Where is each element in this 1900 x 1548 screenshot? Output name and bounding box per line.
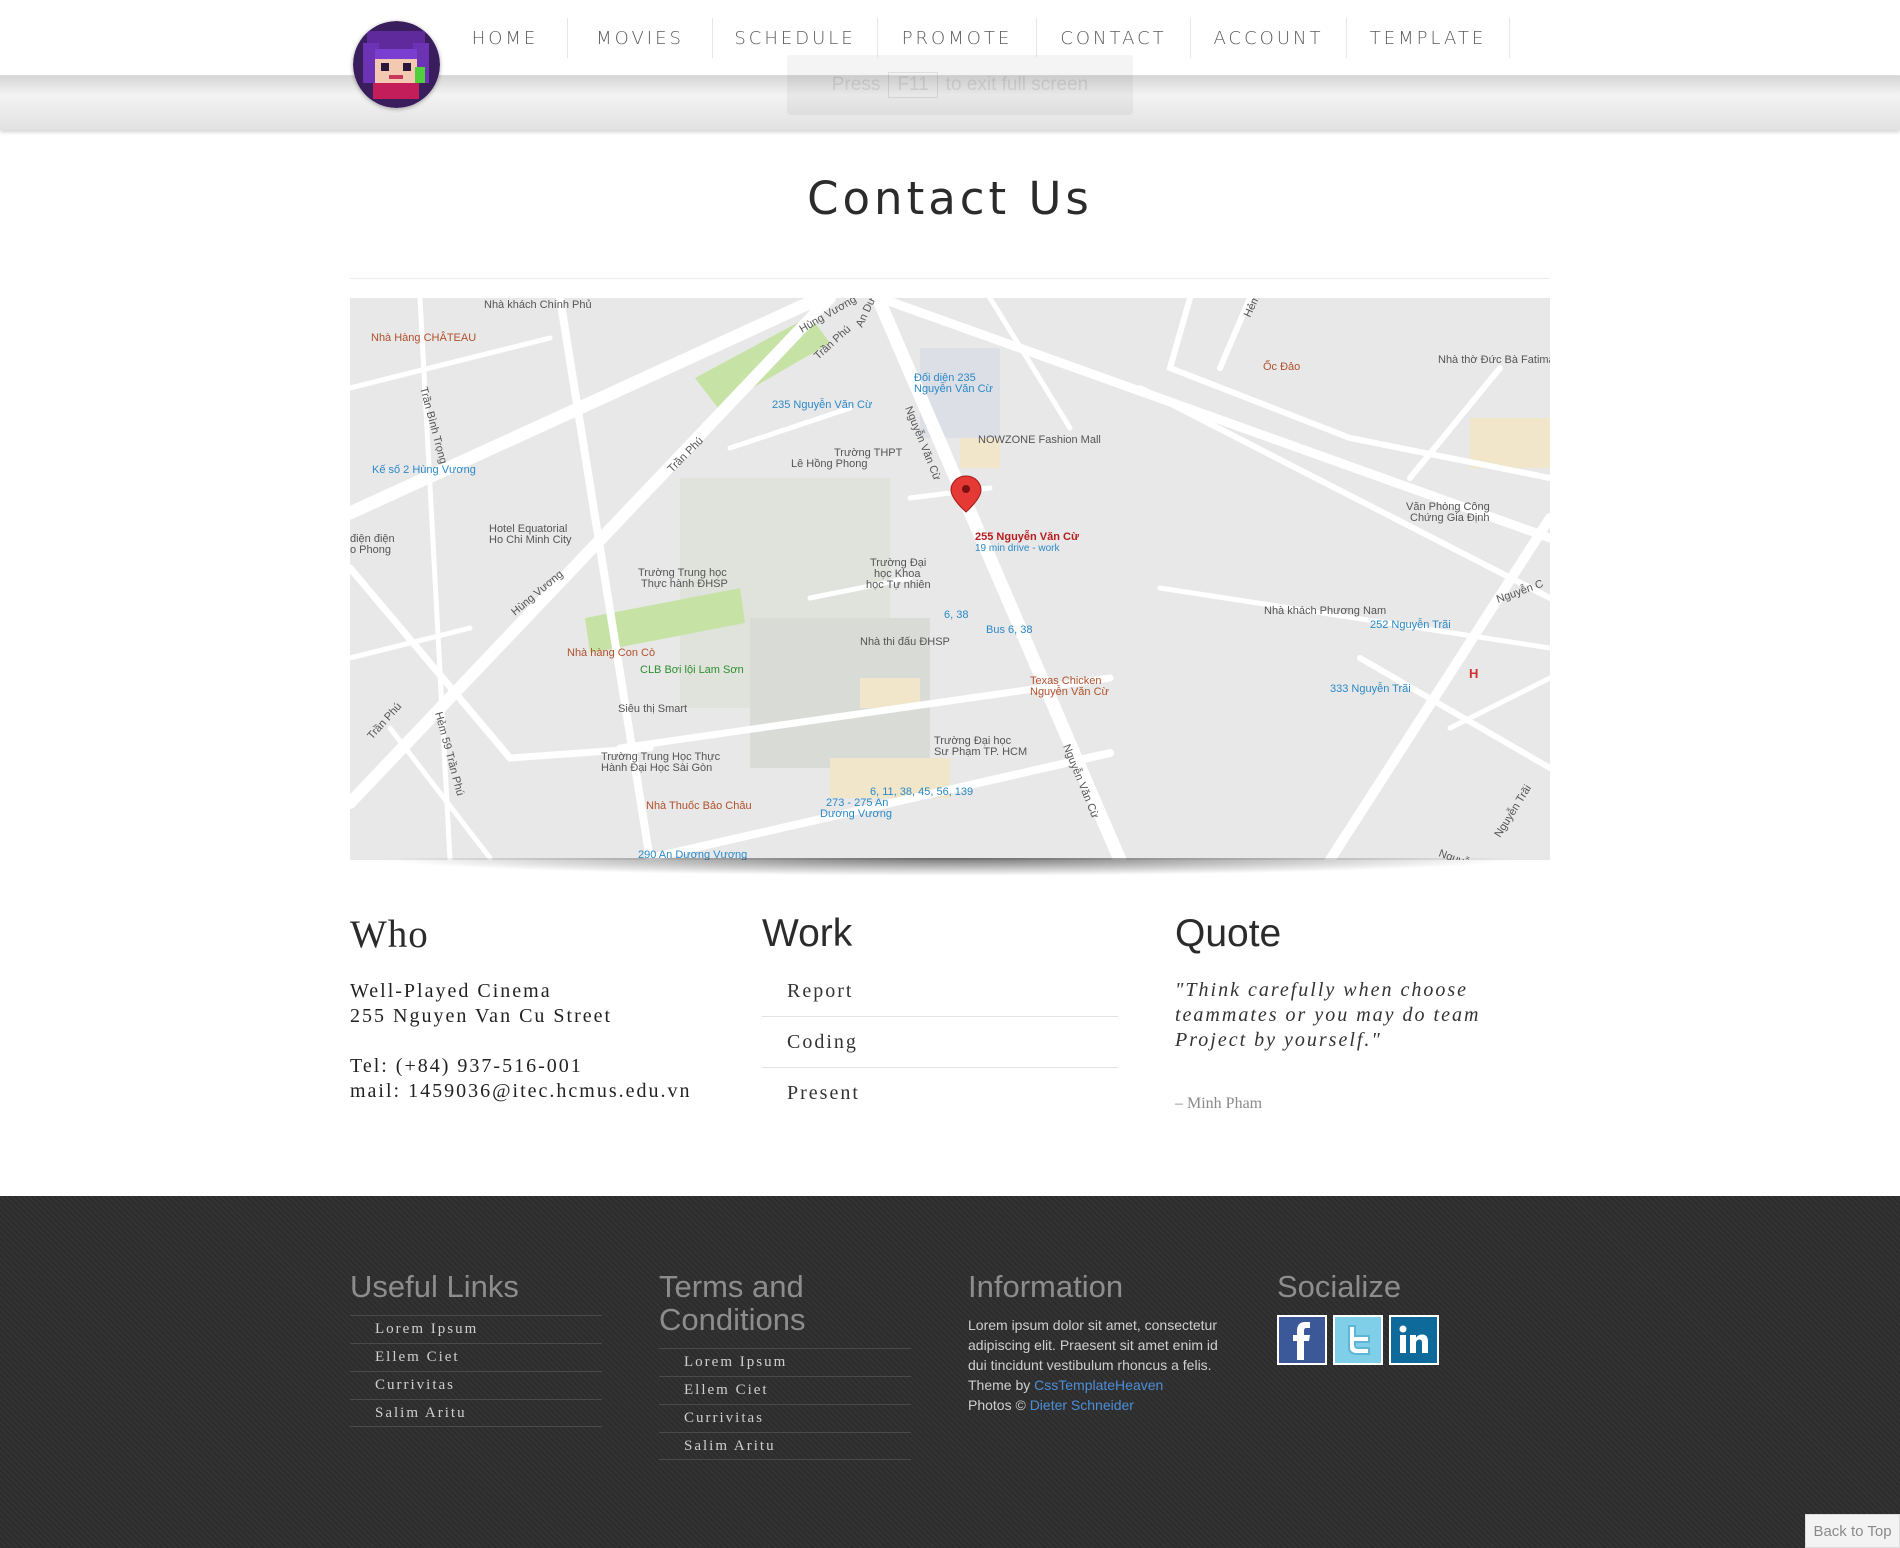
- twitter-icon[interactable]: [1333, 1315, 1383, 1365]
- page-title: Contact Us: [807, 172, 1093, 225]
- footer-link[interactable]: Ellem Ciet: [659, 1376, 911, 1404]
- fullscreen-hint-key: F11: [888, 72, 938, 98]
- footer-link[interactable]: Salim Aritu: [350, 1399, 602, 1427]
- quote-text: "Think carefully when choose teammates o…: [1175, 979, 1481, 1051]
- pixel-avatar-icon: [353, 21, 440, 108]
- footer: Useful Links Lorem Ipsum Ellem Ciet Curr…: [0, 1196, 1900, 1548]
- who-section: Who Well-Played Cinema 255 Nguyen Van Cu…: [350, 912, 691, 1104]
- work-item-present[interactable]: Present: [762, 1068, 1118, 1119]
- footer-useful-links-heading: Useful Links: [350, 1269, 519, 1304]
- title-divider: [350, 278, 1550, 279]
- footer-information: Information Lorem ipsum dolor sit amet, …: [968, 1270, 1228, 1415]
- work-heading: Work: [762, 912, 853, 955]
- back-to-top-button[interactable]: Back to Top: [1805, 1514, 1900, 1548]
- map-label: Dương Vương: [820, 808, 892, 820]
- who-name: Well-Played Cinema: [350, 980, 552, 1002]
- site-logo[interactable]: [353, 21, 440, 108]
- who-tel: Tel: (+84) 937-516-001: [350, 1055, 583, 1077]
- nav-schedule[interactable]: SCHEDULE: [713, 18, 878, 58]
- map-label: Chứng Gia Định: [1410, 512, 1490, 524]
- map-label: Ốc Đảo: [1263, 359, 1300, 373]
- map-label: Nhà Thuốc Bảo Châu: [646, 800, 752, 812]
- photos-link[interactable]: Dieter Schneider: [1030, 1397, 1134, 1413]
- work-item-report[interactable]: Report: [762, 966, 1118, 1017]
- map-label: Nhà hàng Con Cò: [567, 647, 655, 659]
- footer-socialize: Socialize: [1277, 1270, 1439, 1365]
- map-label: 333 Nguyễn Trãi: [1330, 682, 1411, 695]
- map-label: 235 Nguyễn Văn Cừ: [772, 398, 873, 411]
- google-map[interactable]: Nhà khách Chính Phủ Nhà Hàng CHÂTEAU Kế …: [350, 298, 1550, 860]
- work-section: Work Report Coding Present: [762, 912, 1118, 1119]
- map-canvas[interactable]: Nhà khách Chính Phủ Nhà Hàng CHÂTEAU Kế …: [350, 298, 1550, 860]
- hospital-icon: H: [1469, 666, 1478, 681]
- map-label: Nhà khách Chính Phủ: [484, 299, 592, 311]
- map-label: Bus 6, 38: [986, 624, 1032, 636]
- footer-link[interactable]: Lorem Ipsum: [659, 1348, 911, 1376]
- map-label: Nhà Hàng CHÂTEAU: [371, 331, 476, 344]
- fullscreen-hint-after: to exit full screen: [945, 74, 1089, 95]
- info-theme-prefix: Theme by: [968, 1377, 1031, 1393]
- footer-link[interactable]: Currivitas: [350, 1371, 602, 1399]
- map-label: CLB Bơi lội Lam Sơn: [640, 664, 744, 676]
- map-label: Ho Chi Minh City: [489, 534, 572, 546]
- map-label: Lê Hồng Phong: [791, 458, 867, 470]
- map-label: học Tự nhiên: [866, 579, 931, 591]
- info-photos-prefix: Photos ©: [968, 1397, 1026, 1413]
- who-heading: Who: [350, 913, 429, 956]
- map-label: Nguyễn Văn Cừ: [914, 382, 994, 395]
- main-menu: HOME MOVIES SCHEDULE PROMOTE CONTACT ACC…: [443, 18, 1510, 58]
- nav-account[interactable]: ACCOUNT: [1191, 18, 1347, 58]
- footer-link[interactable]: Lorem Ipsum: [350, 1315, 602, 1343]
- map-label: Kế số 2 Hùng Vương: [372, 464, 476, 476]
- fullscreen-hint-before: Press: [831, 74, 881, 95]
- map-label: Thực hành ĐHSP: [641, 578, 728, 590]
- footer-socialize-heading: Socialize: [1277, 1269, 1402, 1304]
- map-label: 6, 11, 38, 45, 56, 139: [870, 786, 973, 798]
- linkedin-icon[interactable]: [1389, 1315, 1439, 1365]
- social-icons: [1277, 1315, 1439, 1365]
- map-label: Nhà khách Phương Nam: [1264, 605, 1386, 617]
- nav-contact[interactable]: CONTACT: [1037, 18, 1191, 58]
- footer-link[interactable]: Salim Aritu: [659, 1432, 911, 1460]
- footer-information-text: Lorem ipsum dolor sit amet, consectetur …: [968, 1315, 1228, 1415]
- map-label: o Phong: [350, 544, 391, 556]
- footer-terms: Terms and Conditions Lorem Ipsum Ellem C…: [659, 1270, 911, 1460]
- map-label: Nguyễn Văn Cừ: [1030, 685, 1110, 698]
- map-label: 252 Nguyễn Trãi: [1370, 618, 1451, 631]
- quote-author: – Minh Pham: [1175, 1095, 1263, 1112]
- facebook-icon[interactable]: [1277, 1315, 1327, 1365]
- map-marker-title: 255 Nguyễn Văn Cừ: [975, 530, 1079, 543]
- map-label: Sư Phạm TP. HCM: [934, 746, 1027, 758]
- map-label: Siêu thị Smart: [618, 703, 687, 715]
- map-label: NOWZONE Fashion Mall: [978, 434, 1101, 446]
- map-label: Hành Đại Học Sài Gòn: [601, 762, 712, 774]
- work-item-coding[interactable]: Coding: [762, 1017, 1118, 1068]
- quote-heading: Quote: [1175, 912, 1282, 955]
- footer-information-heading: Information: [968, 1269, 1124, 1304]
- map-label: Nhà thờ Đức Bà Fatima: [1438, 354, 1550, 366]
- who-address: 255 Nguyen Van Cu Street: [350, 1005, 613, 1027]
- map-shadow: [374, 858, 1524, 876]
- map-label: Nhà thi đấu ĐHSP: [860, 636, 950, 648]
- nav-movies[interactable]: MOVIES: [568, 18, 713, 58]
- who-mail[interactable]: mail: 1459036@itec.hcmus.edu.vn: [350, 1079, 691, 1104]
- nav-template[interactable]: TEMPLATE: [1347, 18, 1510, 58]
- quote-section: Quote "Think carefully when choose teamm…: [1175, 912, 1555, 1113]
- footer-link[interactable]: Ellem Ciet: [350, 1343, 602, 1371]
- nav-home[interactable]: HOME: [443, 18, 568, 58]
- info-body: Lorem ipsum dolor sit amet, consectetur …: [968, 1317, 1218, 1373]
- fullscreen-hint: Press F11 to exit full screen: [787, 55, 1133, 115]
- footer-link[interactable]: Currivitas: [659, 1404, 911, 1432]
- footer-useful-links: Useful Links Lorem Ipsum Ellem Ciet Curr…: [350, 1270, 602, 1427]
- map-label: 6, 38: [944, 609, 968, 621]
- theme-link[interactable]: CssTemplateHeaven: [1034, 1377, 1163, 1393]
- map-marker-subtitle: 19 min drive - work: [975, 543, 1060, 554]
- nav-promote[interactable]: PROMOTE: [878, 18, 1037, 58]
- footer-terms-heading: Terms and Conditions: [659, 1269, 806, 1337]
